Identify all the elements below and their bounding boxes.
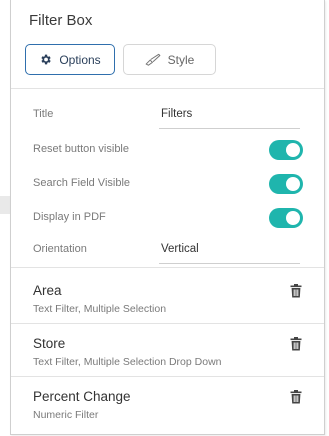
display-pdf-row: Display in PDF — [11, 202, 324, 236]
panel-header: Filter Box Options Style — [11, 0, 324, 89]
trash-icon[interactable] — [290, 390, 302, 404]
title-input[interactable]: Filters — [159, 107, 300, 129]
search-field-row: Search Field Visible — [11, 168, 324, 202]
reset-button-row: Reset button visible — [11, 134, 324, 168]
tab-options-label: Options — [59, 52, 101, 67]
collapse-handle[interactable] — [0, 196, 10, 214]
tab-bar: Options Style — [25, 44, 216, 75]
reset-button-label: Reset button visible — [33, 143, 129, 155]
orientation-row: Orientation Vertical — [11, 234, 324, 268]
tab-style[interactable]: Style — [123, 44, 216, 75]
tab-style-label: Style — [167, 52, 195, 67]
filter-name: Area — [33, 283, 62, 298]
display-pdf-toggle[interactable] — [269, 208, 303, 228]
toggle-knob — [286, 211, 300, 225]
filter-item-store[interactable]: Store Text Filter, Multiple Selection Dr… — [11, 325, 324, 377]
display-pdf-label: Display in PDF — [33, 211, 106, 223]
orientation-select[interactable]: Vertical — [159, 242, 300, 264]
orientation-label: Orientation — [33, 243, 87, 255]
title-row: Title Filters — [11, 99, 324, 133]
filter-item-percent-change[interactable]: Percent Change Numeric Filter — [11, 378, 324, 430]
filter-name: Percent Change — [33, 389, 131, 404]
filter-description: Text Filter, Multiple Selection — [33, 303, 167, 315]
toggle-knob — [286, 177, 300, 191]
paintbrush-icon — [145, 53, 161, 66]
toggle-knob — [286, 143, 300, 157]
trash-icon[interactable] — [290, 337, 302, 351]
panel-title: Filter Box — [29, 12, 93, 29]
trash-icon[interactable] — [290, 284, 302, 298]
tab-options[interactable]: Options — [25, 44, 115, 75]
filter-description: Text Filter, Multiple Selection Drop Dow… — [33, 356, 222, 368]
left-gutter — [0, 0, 10, 436]
filter-name: Store — [33, 336, 66, 351]
gear-icon — [39, 53, 52, 66]
title-label: Title — [33, 108, 54, 120]
properties-section: Title Filters Reset button visible Searc… — [11, 90, 324, 268]
filter-description: Numeric Filter — [33, 409, 99, 421]
filter-box-panel: Filter Box Options Style Title Filters R… — [10, 0, 325, 435]
search-field-toggle[interactable] — [269, 174, 303, 194]
search-field-label: Search Field Visible — [33, 177, 131, 189]
reset-button-toggle[interactable] — [269, 140, 303, 160]
filter-item-area[interactable]: Area Text Filter, Multiple Selection — [11, 272, 324, 324]
